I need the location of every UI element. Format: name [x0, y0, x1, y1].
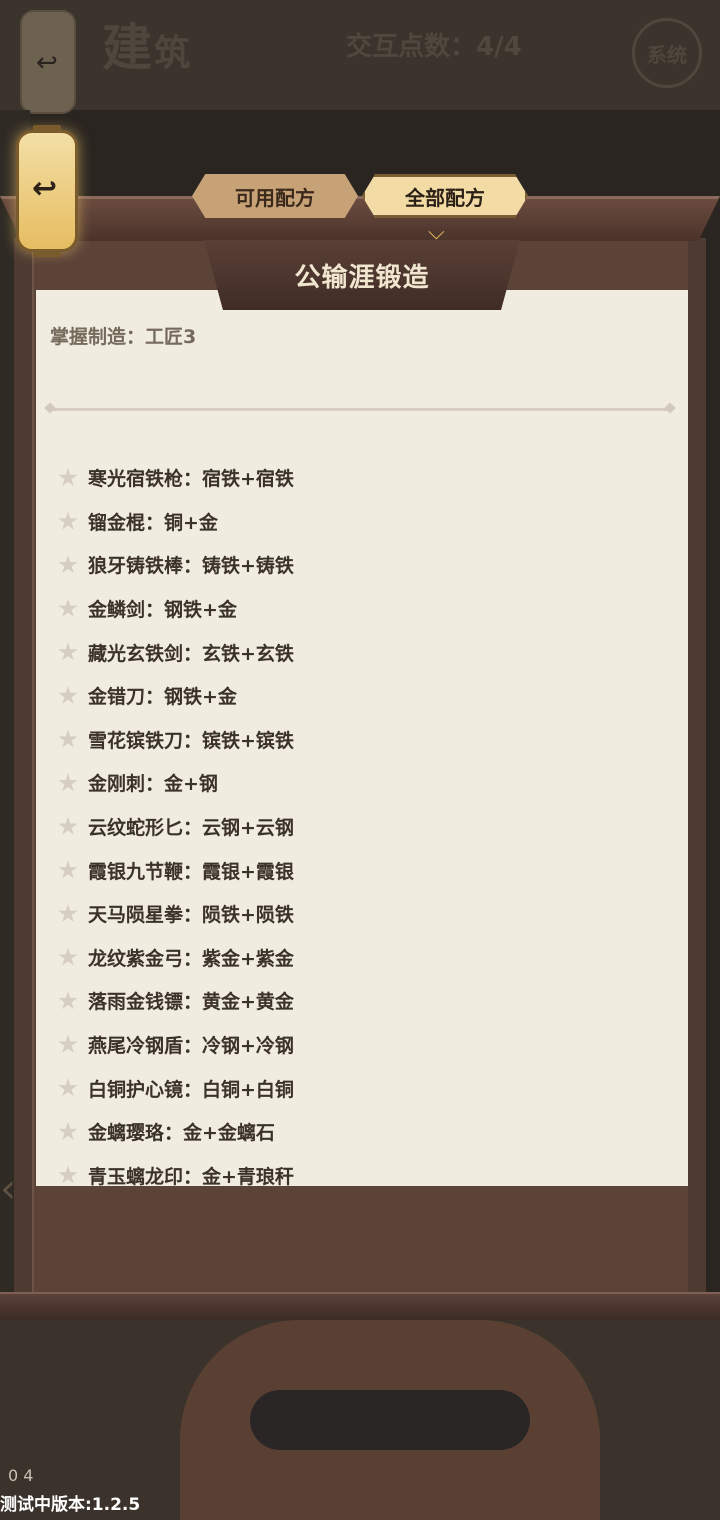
recipe-text: 金鳞剑：钢铁+金: [88, 599, 237, 622]
recipe-text: 天马陨星拳：陨铁+陨铁: [88, 904, 294, 927]
star-icon: [58, 511, 78, 530]
recipe-text: 落雨金钱镖：黄金+黄金: [88, 991, 294, 1014]
interaction-points-label: 交互点数：4/4: [346, 32, 522, 62]
recipe-item[interactable]: 龙纹紫金弓：紫金+紫金: [58, 936, 658, 980]
back-arrow-icon: ↩: [32, 171, 58, 206]
recipe-item[interactable]: 金鳞剑：钢铁+金: [58, 587, 658, 631]
recipe-item[interactable]: 云纹蛇形匕：云钢+云钢: [58, 805, 658, 849]
recipe-item[interactable]: 雪花镔铁刀：镔铁+镔铁: [58, 718, 658, 762]
recipe-text: 狼牙铸铁棒：铸铁+铸铁: [88, 555, 294, 578]
dimmed-back-button: ↩: [20, 10, 76, 114]
divider: [48, 408, 672, 411]
recipe-item[interactable]: 落雨金钱镖：黄金+黄金: [58, 979, 658, 1023]
recipe-panel: 掌握制造：工匠3 寒光宿铁枪：宿铁+宿铁 镏金棍：铜+金狼牙铸铁棒：铸铁+铸铁 金鳞…: [36, 290, 688, 1186]
star-icon: [58, 1034, 78, 1053]
mastery-label: 掌握制造：工匠3: [50, 326, 197, 348]
version-label: 测试中版本:1.2.5: [0, 1495, 141, 1515]
recipe-text: 镏金棍：铜+金: [88, 511, 218, 534]
recipe-text: 霞银九节鞭：霞银+霞银: [88, 860, 294, 883]
recipe-item[interactable]: 金刚刺：金+钢: [58, 761, 658, 805]
recipe-item[interactable]: 金错刀：钢铁+金: [58, 674, 658, 718]
star-icon: [58, 467, 78, 486]
star-icon: [58, 860, 78, 879]
recipe-item[interactable]: 霞银九节鞭：霞银+霞银: [58, 848, 658, 892]
lantern-bottom-cap: [33, 249, 61, 257]
tab-available-recipes[interactable]: 可用配方: [192, 174, 358, 218]
recipe-text: 龙纹紫金弓：紫金+紫金: [88, 947, 294, 970]
top-bar: ↩ 建筑 交互点数：4/4 系统: [0, 0, 720, 114]
star-icon: [58, 816, 78, 835]
recipe-item[interactable]: 狼牙铸铁棒：铸铁+铸铁: [58, 543, 658, 587]
page-title: 建筑: [102, 18, 193, 77]
recipe-item[interactable]: 镏金棍：铜+金: [58, 500, 658, 544]
recipe-item[interactable]: 白铜护心镜：白铜+白铜: [58, 1066, 658, 1110]
star-icon: [58, 1165, 78, 1184]
star-icon: [58, 554, 78, 574]
recipe-text: 藏光玄铁剑：玄铁+玄铁: [88, 642, 294, 665]
recipe-text: 雪花镔铁刀：镔铁+镔铁: [88, 729, 294, 752]
recipe-text: 金刚刺：金+钢: [88, 773, 218, 796]
system-button: 系统: [632, 18, 702, 88]
recipe-item[interactable]: 青玉螭龙印：金+青琅秆: [58, 1154, 658, 1186]
frame-post-left: [14, 238, 32, 1298]
recipe-item[interactable]: 天马陨星拳：陨铁+陨铁: [58, 892, 658, 936]
frame-top-beam: [0, 196, 720, 241]
recipe-text: 青玉螭龙印：金+青琅秆: [88, 1165, 294, 1186]
star-icon: [58, 947, 78, 966]
star-icon: [58, 1121, 78, 1140]
star-icon: [58, 729, 78, 748]
star-icon: [58, 685, 78, 704]
back-arrow-icon: ↩: [36, 48, 58, 78]
recipe-text: 白铜护心镜：白铜+白铜: [88, 1078, 294, 1101]
recipe-text: 金错刀：钢铁+金: [88, 686, 237, 709]
frame-post-right: [688, 238, 706, 1298]
star-icon: [58, 1078, 78, 1097]
background-stats: 0 4: [8, 1466, 34, 1485]
recipe-text: 燕尾冷钢盾：冷钢+冷钢: [88, 1035, 294, 1058]
back-button[interactable]: ↩: [16, 125, 78, 257]
recipe-text: 金螭璎珞：金+金螭石: [88, 1122, 275, 1145]
star-icon: [58, 598, 78, 617]
panel-title: 公输涯锻造: [204, 240, 520, 310]
star-icon: [58, 772, 78, 792]
recipe-list[interactable]: 寒光宿铁枪：宿铁+宿铁 镏金棍：铜+金狼牙铸铁棒：铸铁+铸铁 金鳞剑：钢铁+金藏光玄…: [58, 456, 658, 1186]
star-icon: [58, 990, 78, 1010]
recipe-item[interactable]: 寒光宿铁枪：宿铁+宿铁: [58, 456, 658, 500]
left-scroll-arrow-icon: ‹: [0, 1166, 16, 1212]
frame-bottom-beam: [0, 1292, 720, 1320]
recipe-item[interactable]: 燕尾冷钢盾：冷钢+冷钢: [58, 1023, 658, 1067]
star-icon: [58, 903, 78, 922]
background-character-sash: [250, 1390, 530, 1450]
recipe-text: 云纹蛇形匕：云钢+云钢: [88, 817, 294, 840]
recipe-text: 寒光宿铁枪：宿铁+宿铁: [88, 468, 294, 491]
recipe-item[interactable]: 藏光玄铁剑：玄铁+玄铁: [58, 630, 658, 674]
tab-all-recipes[interactable]: 全部配方: [362, 174, 528, 218]
star-icon: [58, 642, 78, 661]
lantern-top-cap: [33, 125, 61, 133]
recipe-item[interactable]: 金螭璎珞：金+金螭石: [58, 1110, 658, 1154]
